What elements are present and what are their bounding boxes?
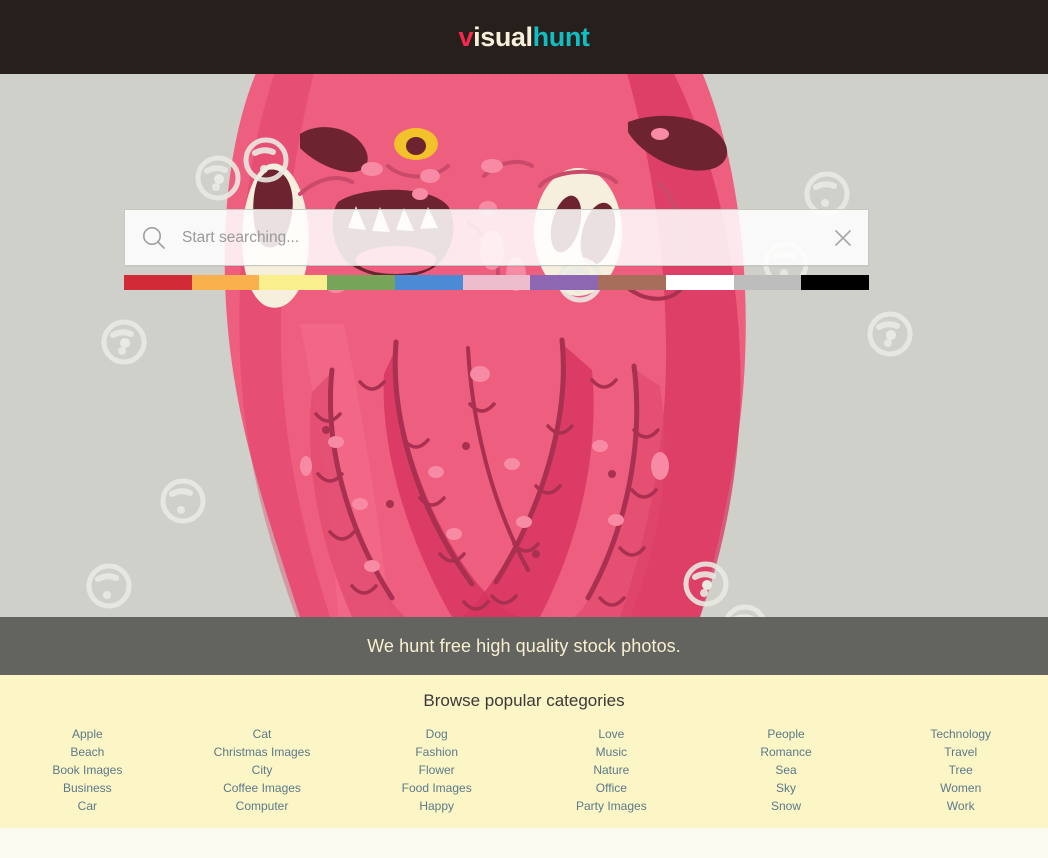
color-swatch-white[interactable] bbox=[665, 275, 734, 290]
color-swatch-gray[interactable] bbox=[733, 275, 802, 290]
category-link[interactable]: Christmas Images bbox=[214, 743, 311, 761]
search-area bbox=[124, 209, 870, 290]
site-header: visualhunt bbox=[0, 0, 1048, 74]
category-link[interactable]: Sky bbox=[776, 779, 796, 797]
category-link[interactable]: Music bbox=[596, 743, 627, 761]
category-link[interactable]: Food Images bbox=[402, 779, 472, 797]
category-link[interactable]: Cat bbox=[253, 725, 272, 743]
categories-title: Browse popular categories bbox=[423, 691, 625, 710]
color-swatch-purple[interactable] bbox=[530, 275, 599, 290]
category-link[interactable]: Travel bbox=[944, 743, 977, 761]
category-column-5: People Romance Sea Sky Snow bbox=[699, 725, 874, 815]
category-link[interactable]: Book Images bbox=[52, 761, 122, 779]
categories-section: Browse popular categories Apple Beach Bo… bbox=[0, 675, 1048, 828]
category-link[interactable]: Coffee Images bbox=[223, 779, 301, 797]
color-swatch-pink[interactable] bbox=[462, 275, 531, 290]
category-link[interactable]: Romance bbox=[760, 743, 811, 761]
category-link[interactable]: Sea bbox=[775, 761, 796, 779]
category-column-1: Apple Beach Book Images Business Car bbox=[0, 725, 175, 815]
hero-illustration bbox=[0, 74, 1048, 617]
page-root: visualhunt Start searching... We hunt fr… bbox=[0, 0, 1048, 858]
color-swatch-red[interactable] bbox=[124, 275, 192, 290]
logo-part-v: v bbox=[458, 21, 474, 52]
footer-strip bbox=[0, 828, 1048, 858]
tagline-text: We hunt free high quality stock photos. bbox=[367, 635, 681, 656]
category-link[interactable]: Party Images bbox=[576, 797, 647, 815]
category-link[interactable]: Apple bbox=[72, 725, 103, 743]
category-link[interactable]: Work bbox=[947, 797, 975, 815]
categories-columns: Apple Beach Book Images Business Car Cat… bbox=[0, 725, 1048, 815]
category-link[interactable]: Fashion bbox=[415, 743, 458, 761]
category-link[interactable]: Flower bbox=[419, 761, 455, 779]
color-swatch-brown[interactable] bbox=[598, 275, 666, 290]
logo-part-hunt: hunt bbox=[532, 21, 590, 52]
category-link[interactable]: City bbox=[252, 761, 273, 779]
color-swatch-green[interactable] bbox=[327, 275, 395, 290]
site-logo[interactable]: visualhunt bbox=[458, 21, 590, 52]
category-link[interactable]: Office bbox=[596, 779, 627, 797]
tagline-bar: We hunt free high quality stock photos. bbox=[0, 617, 1048, 675]
category-link[interactable]: Tree bbox=[949, 761, 973, 779]
category-link[interactable]: Technology bbox=[930, 725, 991, 743]
category-column-3: Dog Fashion Flower Food Images Happy bbox=[349, 725, 524, 815]
close-icon bbox=[833, 228, 853, 248]
category-link[interactable]: Love bbox=[598, 725, 624, 743]
category-link[interactable]: Beach bbox=[70, 743, 104, 761]
search-input[interactable] bbox=[182, 228, 818, 247]
color-swatch-blue[interactable] bbox=[394, 275, 463, 290]
search-icon bbox=[125, 209, 182, 266]
clear-search-button[interactable] bbox=[818, 209, 868, 266]
category-link[interactable]: Nature bbox=[593, 761, 629, 779]
category-column-4: Love Music Nature Office Party Images bbox=[524, 725, 699, 815]
category-column-2: Cat Christmas Images City Coffee Images … bbox=[175, 725, 350, 815]
category-link[interactable]: Computer bbox=[236, 797, 289, 815]
category-column-6: Technology Travel Tree Women Work bbox=[873, 725, 1048, 815]
color-swatch-orange[interactable] bbox=[191, 275, 260, 290]
category-link[interactable]: Business bbox=[63, 779, 112, 797]
search-box[interactable] bbox=[124, 209, 869, 266]
category-link[interactable]: Snow bbox=[771, 797, 801, 815]
category-link[interactable]: Happy bbox=[419, 797, 454, 815]
category-link[interactable]: Dog bbox=[426, 725, 448, 743]
color-swatch-black[interactable] bbox=[801, 275, 870, 290]
hero-section bbox=[0, 74, 1048, 617]
logo-part-isual: isual bbox=[473, 21, 533, 52]
category-link[interactable]: Women bbox=[940, 779, 981, 797]
color-filter-bar bbox=[124, 275, 870, 290]
category-link[interactable]: Car bbox=[78, 797, 97, 815]
category-link[interactable]: People bbox=[767, 725, 804, 743]
color-swatch-yellow[interactable] bbox=[259, 275, 328, 290]
